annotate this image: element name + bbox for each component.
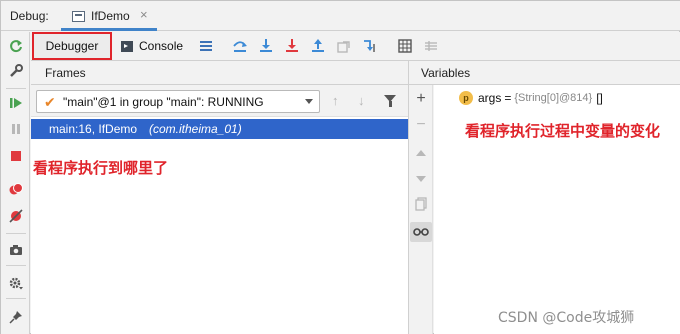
watermark: CSDN @Code攻城狮	[498, 310, 635, 326]
up-icon[interactable]	[413, 145, 429, 161]
thread-dropdown[interactable]: ✔ "main"@1 in group "main": RUNNING	[36, 90, 320, 113]
force-step-into-icon[interactable]	[284, 38, 300, 54]
frames-title: Frames	[45, 66, 86, 80]
copy-icon[interactable]	[413, 196, 429, 212]
thread-selector-row: ✔ "main"@1 in group "main": RUNNING ↑ ↓	[31, 85, 408, 117]
debugger-tab-label: Debugger	[45, 39, 99, 53]
variable-row[interactable]: p args = {String[0]@814} []	[459, 90, 603, 106]
stack-frame-row[interactable]: main:16, IfDemo (com.itheima_01)	[31, 119, 408, 139]
left-toolbar	[1, 32, 30, 334]
filter-icon[interactable]	[384, 95, 396, 107]
resume-icon[interactable]	[9, 96, 23, 110]
debug-label: Debug:	[10, 9, 49, 23]
glasses-icon[interactable]	[410, 222, 432, 242]
pin-icon[interactable]	[9, 310, 23, 324]
separator	[6, 88, 26, 89]
window-icon	[72, 11, 85, 22]
down-icon[interactable]	[413, 171, 429, 187]
frames-panel: ✔ "main"@1 in group "main": RUNNING ↑ ↓ …	[31, 85, 408, 334]
variable-value: []	[596, 91, 603, 105]
settings-wrench-icon[interactable]	[9, 64, 23, 78]
run-to-cursor-icon[interactable]	[362, 38, 378, 54]
debugger-tab-button[interactable]: Debugger	[32, 32, 112, 60]
tool-window-title-bar: Debug: IfDemo ×	[1, 1, 680, 31]
variable-equals: =	[504, 91, 512, 105]
tab-title: IfDemo	[91, 9, 130, 23]
annotation-left: 看程序执行到哪里了	[33, 159, 169, 177]
rerun-icon[interactable]	[9, 39, 23, 53]
pause-icon[interactable]	[9, 122, 23, 136]
view-breakpoints-icon[interactable]	[9, 182, 23, 196]
separator	[6, 233, 26, 234]
variable-name: args	[478, 91, 502, 105]
console-tab-button[interactable]: Console	[121, 37, 183, 55]
frames-header: Frames	[31, 60, 408, 85]
step-into-icon[interactable]	[258, 38, 274, 54]
console-icon	[121, 40, 133, 52]
arrow-up-icon[interactable]: ↑	[332, 93, 339, 108]
variables-title: Variables	[421, 66, 471, 80]
separator	[6, 298, 26, 299]
step-out-icon[interactable]	[310, 38, 326, 54]
layout-icon[interactable]	[198, 38, 214, 54]
annotation-right: 看程序执行过程中变量的变化	[465, 122, 661, 140]
remove-icon[interactable]: −	[413, 117, 429, 133]
camera-icon[interactable]	[9, 243, 23, 257]
variables-toolbar: + −	[409, 85, 433, 334]
debugger-toolbar: Debugger Console	[31, 32, 680, 60]
stop-icon[interactable]	[9, 149, 23, 163]
variable-type: {String[0]@814}	[514, 92, 593, 104]
tab-ifdemo[interactable]: IfDemo ×	[61, 4, 157, 31]
chevron-down-icon	[305, 99, 313, 104]
variables-header: Variables	[409, 60, 680, 85]
console-tab-label: Console	[139, 39, 184, 53]
frame-method: main:16, IfDemo	[49, 122, 138, 136]
parameter-icon: p	[459, 91, 473, 105]
step-over-icon[interactable]	[232, 38, 248, 54]
close-icon[interactable]: ×	[140, 7, 148, 22]
mute-breakpoints-icon[interactable]	[9, 209, 23, 223]
debug-tool-window: Debug: IfDemo × Debugger Console Frames …	[0, 0, 680, 334]
evaluate-expression-icon[interactable]	[397, 38, 413, 54]
frame-package: (com.itheima_01)	[149, 122, 242, 136]
separator	[6, 265, 26, 266]
arrow-down-icon[interactable]: ↓	[358, 93, 365, 108]
drop-frame-icon[interactable]	[336, 38, 352, 54]
add-icon[interactable]: +	[413, 91, 429, 107]
gear-icon[interactable]	[9, 276, 23, 290]
trace-icon[interactable]	[423, 38, 439, 54]
thread-selected-value: "main"@1 in group "main": RUNNING	[63, 95, 264, 109]
check-icon: ✔	[44, 94, 56, 110]
